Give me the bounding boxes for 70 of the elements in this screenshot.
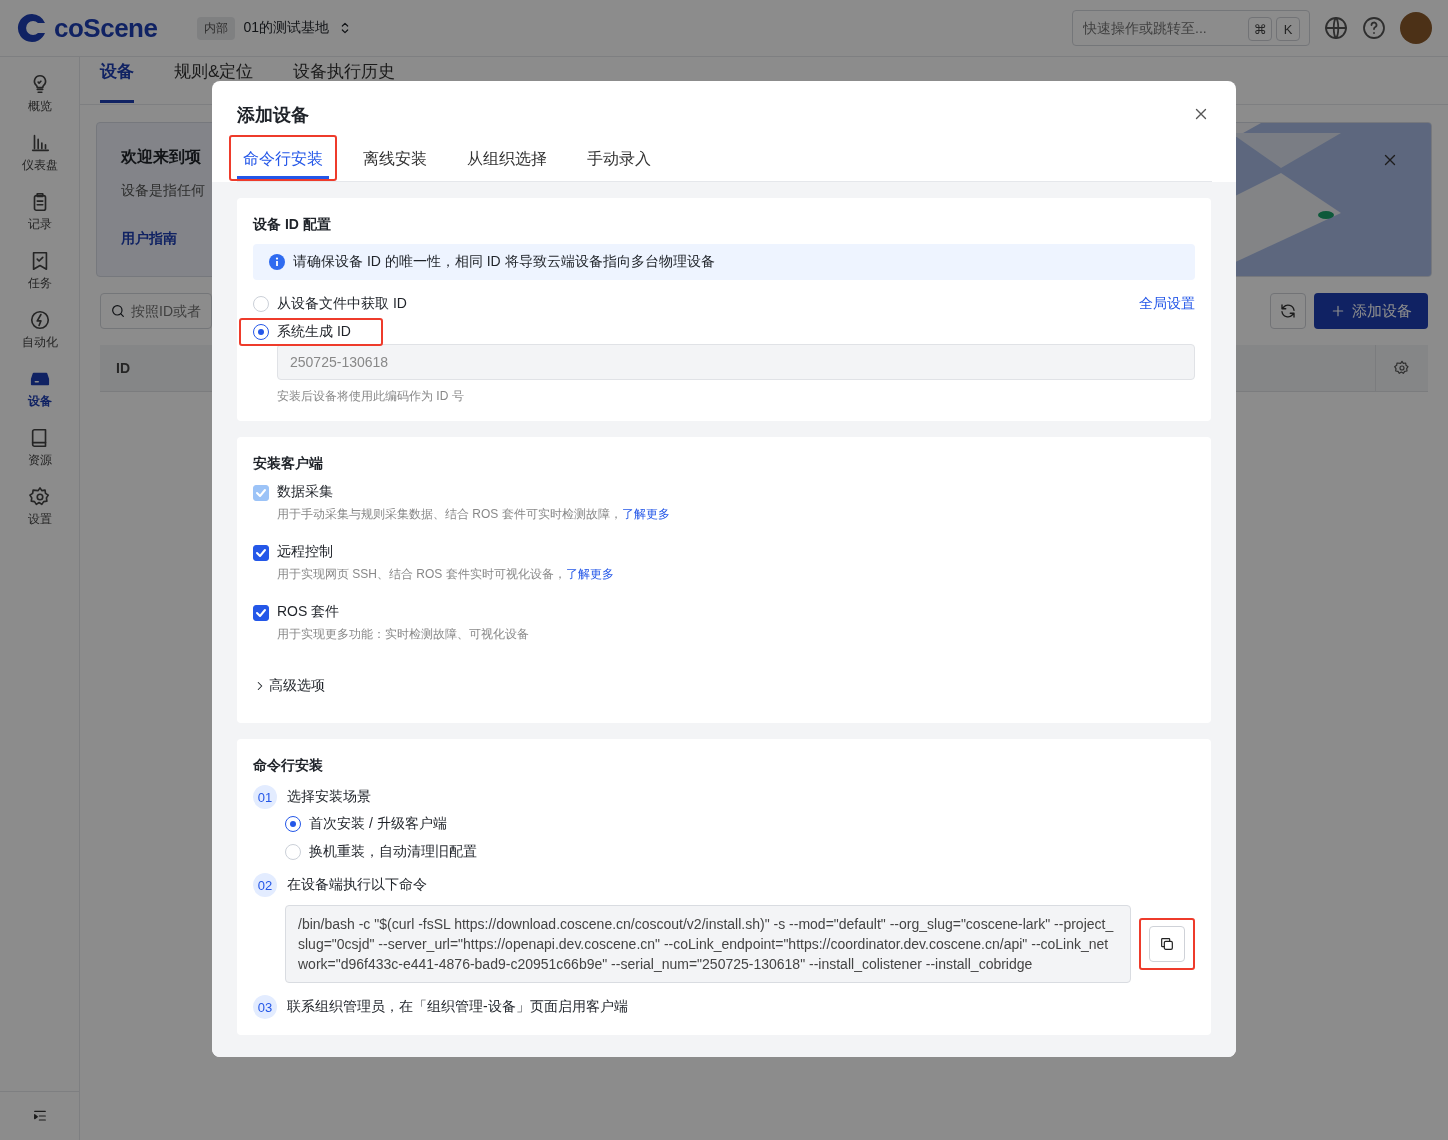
settings-icon (1394, 360, 1410, 376)
plus-icon (1330, 303, 1346, 319)
section-heading: 安装客户端 (253, 455, 324, 473)
sidebar-item[interactable]: 设备 (7, 368, 72, 410)
step-title: 在设备端执行以下命令 (287, 876, 427, 894)
feature-description: 用于实现更多功能：实时检测故障、可视化设备 (277, 626, 529, 643)
sidebar-item[interactable]: 自动化 (7, 309, 72, 351)
dialog-tab[interactable]: 从组织选择 (461, 137, 553, 179)
bolt-icon (28, 309, 51, 331)
section-heading: 设备 ID 配置 (253, 216, 332, 234)
settings-icon (28, 486, 51, 508)
sidebar-item[interactable]: 任务 (7, 250, 72, 292)
page-tab[interactable]: 设备 (100, 57, 134, 103)
shortcut-key: K (1276, 17, 1300, 41)
dialog-title: 添加设备 (237, 104, 309, 127)
refresh-button[interactable] (1270, 293, 1306, 329)
banner-title: 欢迎来到项 (121, 147, 201, 167)
feature-description: 用于手动采集与规则采集数据、结合 ROS 套件可实时检测故障，了解更多 (277, 506, 670, 523)
copy-button[interactable] (1149, 926, 1185, 962)
refresh-icon (1279, 302, 1297, 320)
sidebar-item[interactable]: 记录 (7, 191, 72, 233)
user-guide-link[interactable]: 用户指南 (121, 230, 177, 248)
sidebar-item[interactable]: 资源 (7, 427, 72, 469)
radio-option[interactable]: 换机重装，自动清理旧配置 (285, 843, 1195, 861)
checkmark-icon (255, 607, 267, 619)
notice-text: 请确保设备 ID 的唯一性，相同 ID 将导致云端设备指向多台物理设备 (293, 253, 715, 271)
collapse-icon (31, 1108, 48, 1124)
column-header: ID (116, 360, 130, 376)
feature-label: ROS 套件 (277, 603, 341, 621)
search-icon (110, 303, 126, 319)
step-title: 选择安装场景 (287, 788, 371, 806)
shortcut-key: ⌘ (1248, 17, 1272, 41)
workspace-badge: 内部 (197, 16, 236, 40)
checkbox[interactable] (253, 545, 269, 561)
project-name[interactable]: 01的测试基地 (243, 19, 330, 37)
field-hint: 安装后设备将使用此编码作为 ID 号 (277, 388, 465, 405)
copy-icon (1159, 936, 1175, 952)
step-number: 01 (253, 785, 277, 809)
banner-description: 设备是指任何 (121, 182, 205, 200)
step-number: 02 (253, 873, 277, 897)
dialog-tab[interactable]: 命令行安装 (237, 137, 329, 179)
radio-option[interactable]: 首次安装 / 升级客户端 (285, 815, 1195, 833)
help-icon[interactable] (1362, 16, 1386, 40)
sidebar-item[interactable]: 概览 (7, 73, 72, 115)
add-device-button[interactable]: 添加设备 (1314, 293, 1428, 329)
device-search-field[interactable]: 按照ID或者 (100, 293, 212, 329)
avatar[interactable] (1400, 12, 1432, 44)
globe-icon[interactable] (1324, 16, 1348, 40)
dialog-tab[interactable]: 离线安装 (357, 137, 433, 179)
step-number: 03 (253, 995, 277, 1019)
command-code-block: /bin/bash -c "$(curl -fsSL https://download.coscene.cn/coscout/v2/install.sh)" -s --mod="default" --org_slug="coscene-lark" --project_slug="0csjd" --server_url="https://openapi.dev.coscene.cn" --coLink_endpoint="https://coordinator.dev.coscene.cn/api" --coLink_network="d96f433c-e441-4876-bad9-c20951c66b9e" --serial_num="250725-130618" --install_colistener --install_cobridge (285, 905, 1131, 983)
dialog-tab[interactable]: 手动录入 (581, 137, 657, 179)
step-title: 联系组织管理员，在「组织管理-设备」页面启用客户端 (287, 998, 628, 1016)
radio-option[interactable]: 从设备文件中获取 ID (253, 295, 407, 313)
info-icon (269, 254, 285, 270)
sidebar-item[interactable]: 设置 (7, 486, 72, 528)
checkmark-icon (255, 547, 267, 559)
device-id-field: 250725-130618 (277, 344, 1195, 380)
checkbox[interactable] (253, 605, 269, 621)
radio-option[interactable]: 系统生成 ID (253, 323, 351, 341)
global-settings-link[interactable]: 全局设置 (1139, 295, 1195, 313)
logo-icon (16, 12, 48, 44)
logo-text: coScene (54, 12, 158, 44)
advanced-options-toggle[interactable]: 高级选项 (253, 677, 1195, 695)
feature-label: 数据采集 (277, 483, 334, 501)
feature-label: 远程控制 (277, 543, 334, 561)
section-heading: 命令行安装 (253, 757, 324, 775)
sidebar-item[interactable]: 仪表盘 (7, 132, 72, 174)
feature-description: 用于实现网页 SSH、结合 ROS 套件实时可视化设备，了解更多 (277, 566, 614, 583)
learn-more-link[interactable]: 了解更多 (565, 567, 614, 581)
